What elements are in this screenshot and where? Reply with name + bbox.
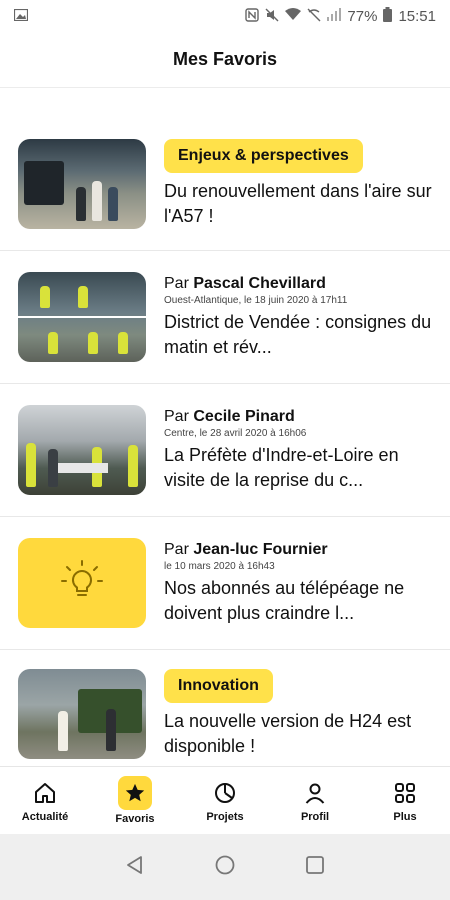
author-name: Pascal Chevillard [193,274,326,292]
recents-icon[interactable] [304,854,326,881]
nav-label: Projets [206,811,244,823]
list-item[interactable]: Par Pascal Chevillard Ouest-Atlantique, … [0,251,450,384]
article-thumbnail [18,405,146,495]
signal-icon [327,8,342,24]
favorites-list: Enjeux & perspectives Du renouvellement … [0,118,450,778]
nav-actualite[interactable]: Actualité [0,767,90,834]
category-tag: Enjeux & perspectives [164,139,363,173]
nfc-icon [245,7,260,25]
no-data-icon [307,8,321,25]
star-icon [118,776,152,810]
home-button-icon[interactable] [214,854,236,881]
page-title: Mes Favoris [172,49,278,69]
list-item[interactable]: Enjeux & perspectives Du renouvellement … [0,118,450,251]
nav-label: Favoris [115,813,155,825]
article-title: La Préfète d'Indre-et-Loire en visite de… [164,444,399,490]
battery-percent: 77% [347,7,378,25]
battery-icon [383,7,393,25]
article-meta: le 10 mars 2020 à 16h43 [164,560,275,572]
nav-label: Profil [300,811,330,823]
article-meta: Ouest-Atlantique, le 18 juin 2020 à 17h1… [164,294,348,306]
clock: 15:51 [398,7,436,25]
gallery-notification-icon [13,8,29,24]
back-icon[interactable] [124,854,146,881]
person-icon [300,778,330,808]
list-item[interactable]: Par Jean-luc Fournier le 10 mars 2020 à … [0,517,450,650]
nav-label: Plus [393,811,417,823]
article-thumbnail [18,538,146,628]
grid-icon [390,778,420,808]
article-meta: Centre, le 28 avril 2020 à 16h06 [164,427,307,439]
system-navigation-bar [0,834,450,900]
status-bar: 77% 15:51 [0,0,450,32]
app-header: Mes Favoris [0,32,450,88]
author-byline: Par Cecile Pinard [164,407,295,425]
author-byline: Par Pascal Chevillard [164,274,326,292]
author-byline: Par Jean-luc Fournier [164,540,328,558]
nav-label: Actualité [21,811,69,823]
category-tag: Innovation [164,669,273,703]
nav-projets[interactable]: Projets [180,767,270,834]
pie-chart-icon [210,778,240,808]
author-name: Jean-luc Fournier [193,540,328,558]
wifi-icon [285,8,302,24]
article-title: Nos abonnés au télépéage ne doivent plus… [164,577,405,623]
nav-plus[interactable]: Plus [360,767,450,834]
list-item[interactable]: Innovation La nouvelle version de H24 es… [0,650,450,778]
mute-icon [265,8,279,25]
article-thumbnail [18,272,146,362]
nav-favoris[interactable]: Favoris [90,767,180,834]
nav-profil[interactable]: Profil [270,767,360,834]
article-title: La nouvelle version de H24 est disponibl… [164,711,412,756]
author-name: Cecile Pinard [193,407,295,425]
article-title: Du renouvellement dans l'aire sur l'A57 … [164,181,432,226]
article-thumbnail [18,669,146,759]
lightbulb-icon [58,557,106,610]
article-title: District de Vendée : consignes du matin … [164,311,432,357]
list-item[interactable]: Par Cecile Pinard Centre, le 28 avril 20… [0,384,450,517]
home-icon [30,778,60,808]
article-thumbnail [18,139,146,229]
bottom-navigation: Actualité Favoris Projets Profil Plus [0,766,450,834]
